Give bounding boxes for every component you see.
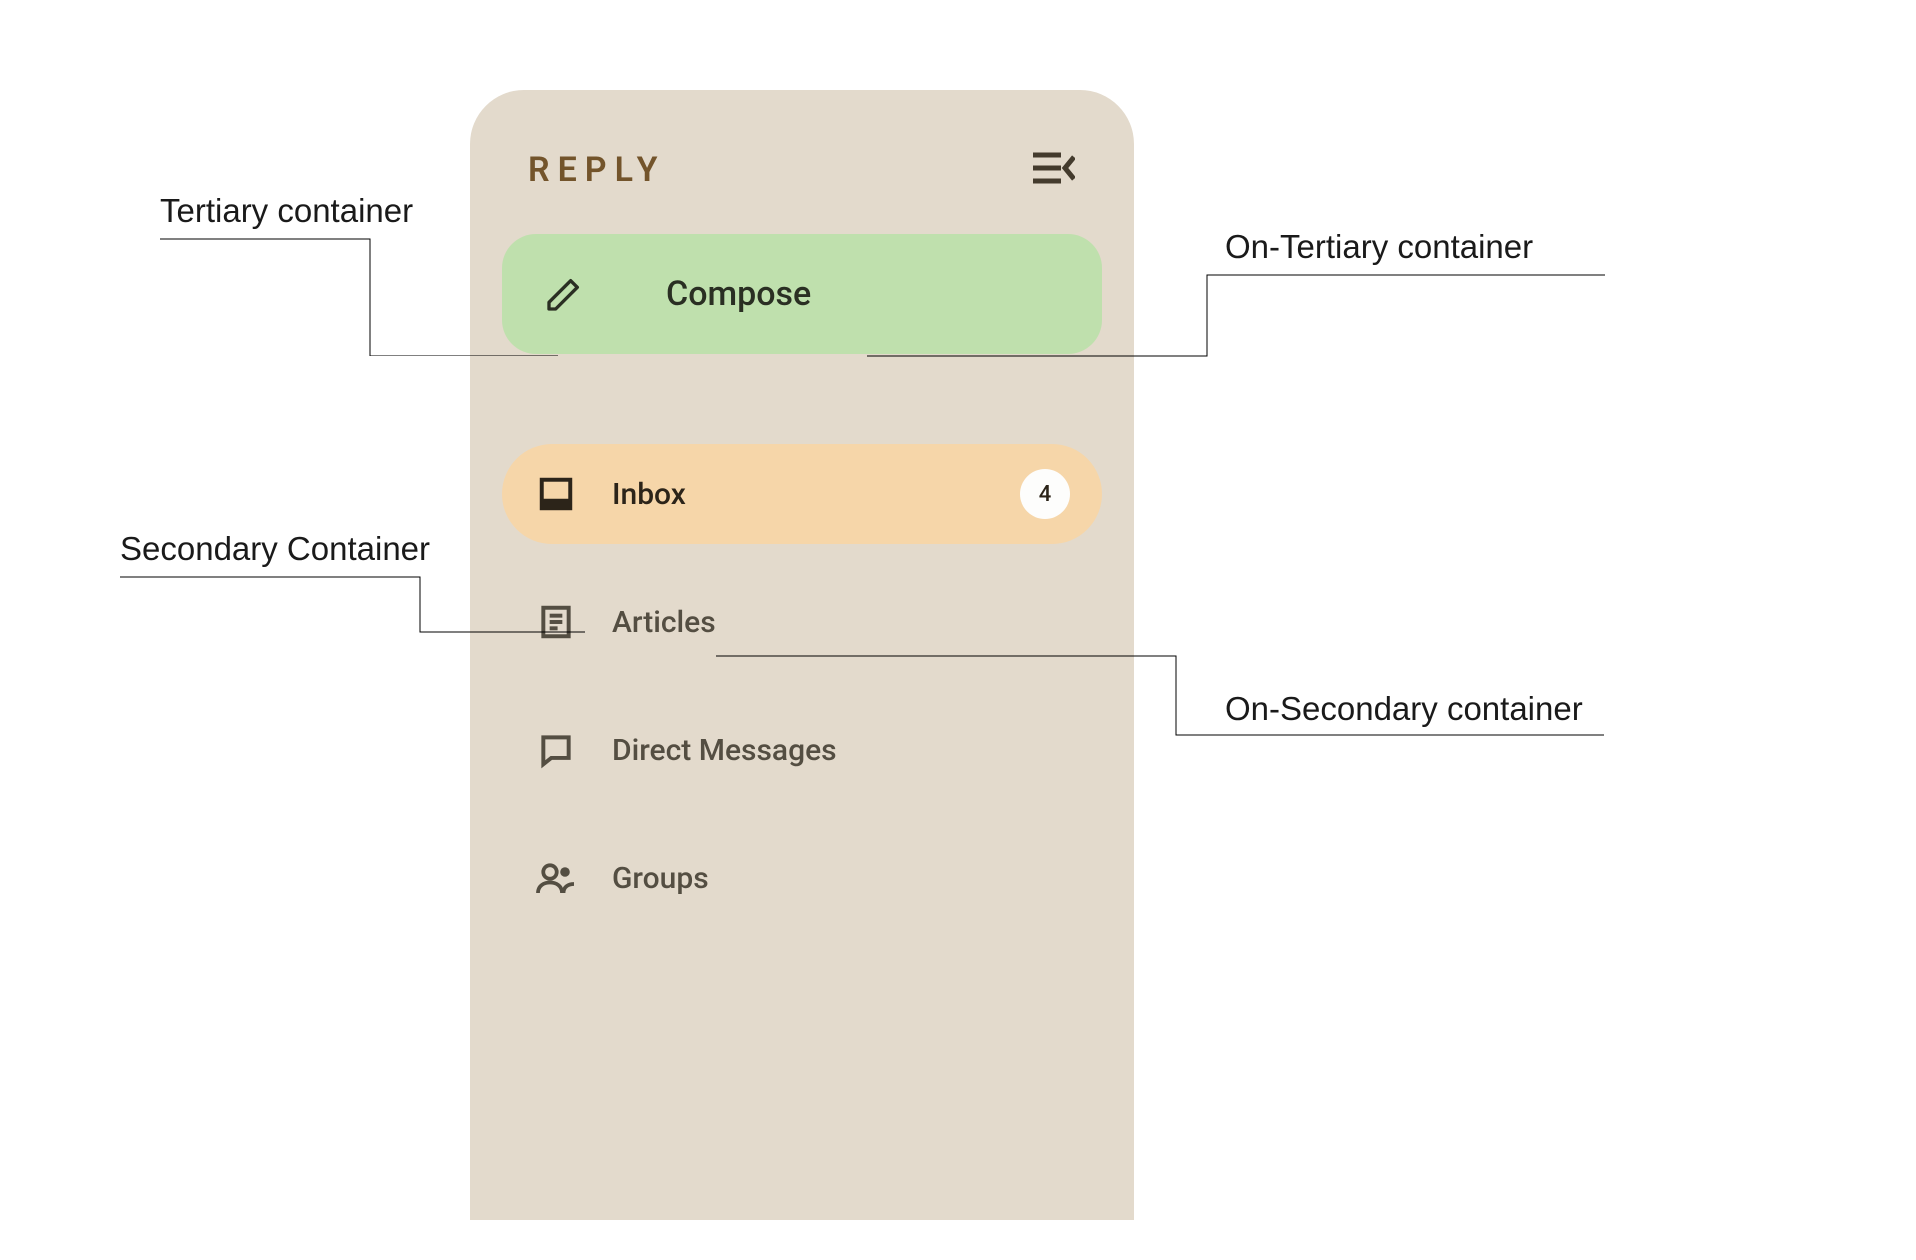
nav-label: Groups (612, 861, 1070, 896)
nav-count-badge: 4 (1020, 469, 1070, 519)
callout-line-icon (867, 272, 1607, 382)
callout-line-icon (716, 652, 1606, 738)
callout-line-icon (120, 574, 588, 634)
nav-item-inbox[interactable]: Inbox 4 (502, 444, 1102, 544)
chat-icon (534, 728, 578, 772)
menu-open-icon (1033, 151, 1075, 189)
drawer-header: REPLY (502, 150, 1102, 190)
callout-secondary: Secondary Container (120, 530, 430, 568)
inbox-icon (534, 472, 578, 516)
callout-on-tertiary: On-Tertiary container (1225, 228, 1533, 266)
callout-line-icon (160, 236, 560, 356)
nav-label: Inbox (612, 477, 986, 512)
compose-label: Compose (666, 274, 811, 314)
callout-tertiary: Tertiary container (160, 192, 413, 230)
nav-item-groups[interactable]: Groups (502, 828, 1102, 928)
brand-logo: REPLY (528, 150, 666, 190)
nav-label: Articles (612, 605, 1070, 640)
menu-collapse-button[interactable] (1032, 150, 1076, 190)
groups-icon (534, 856, 578, 900)
